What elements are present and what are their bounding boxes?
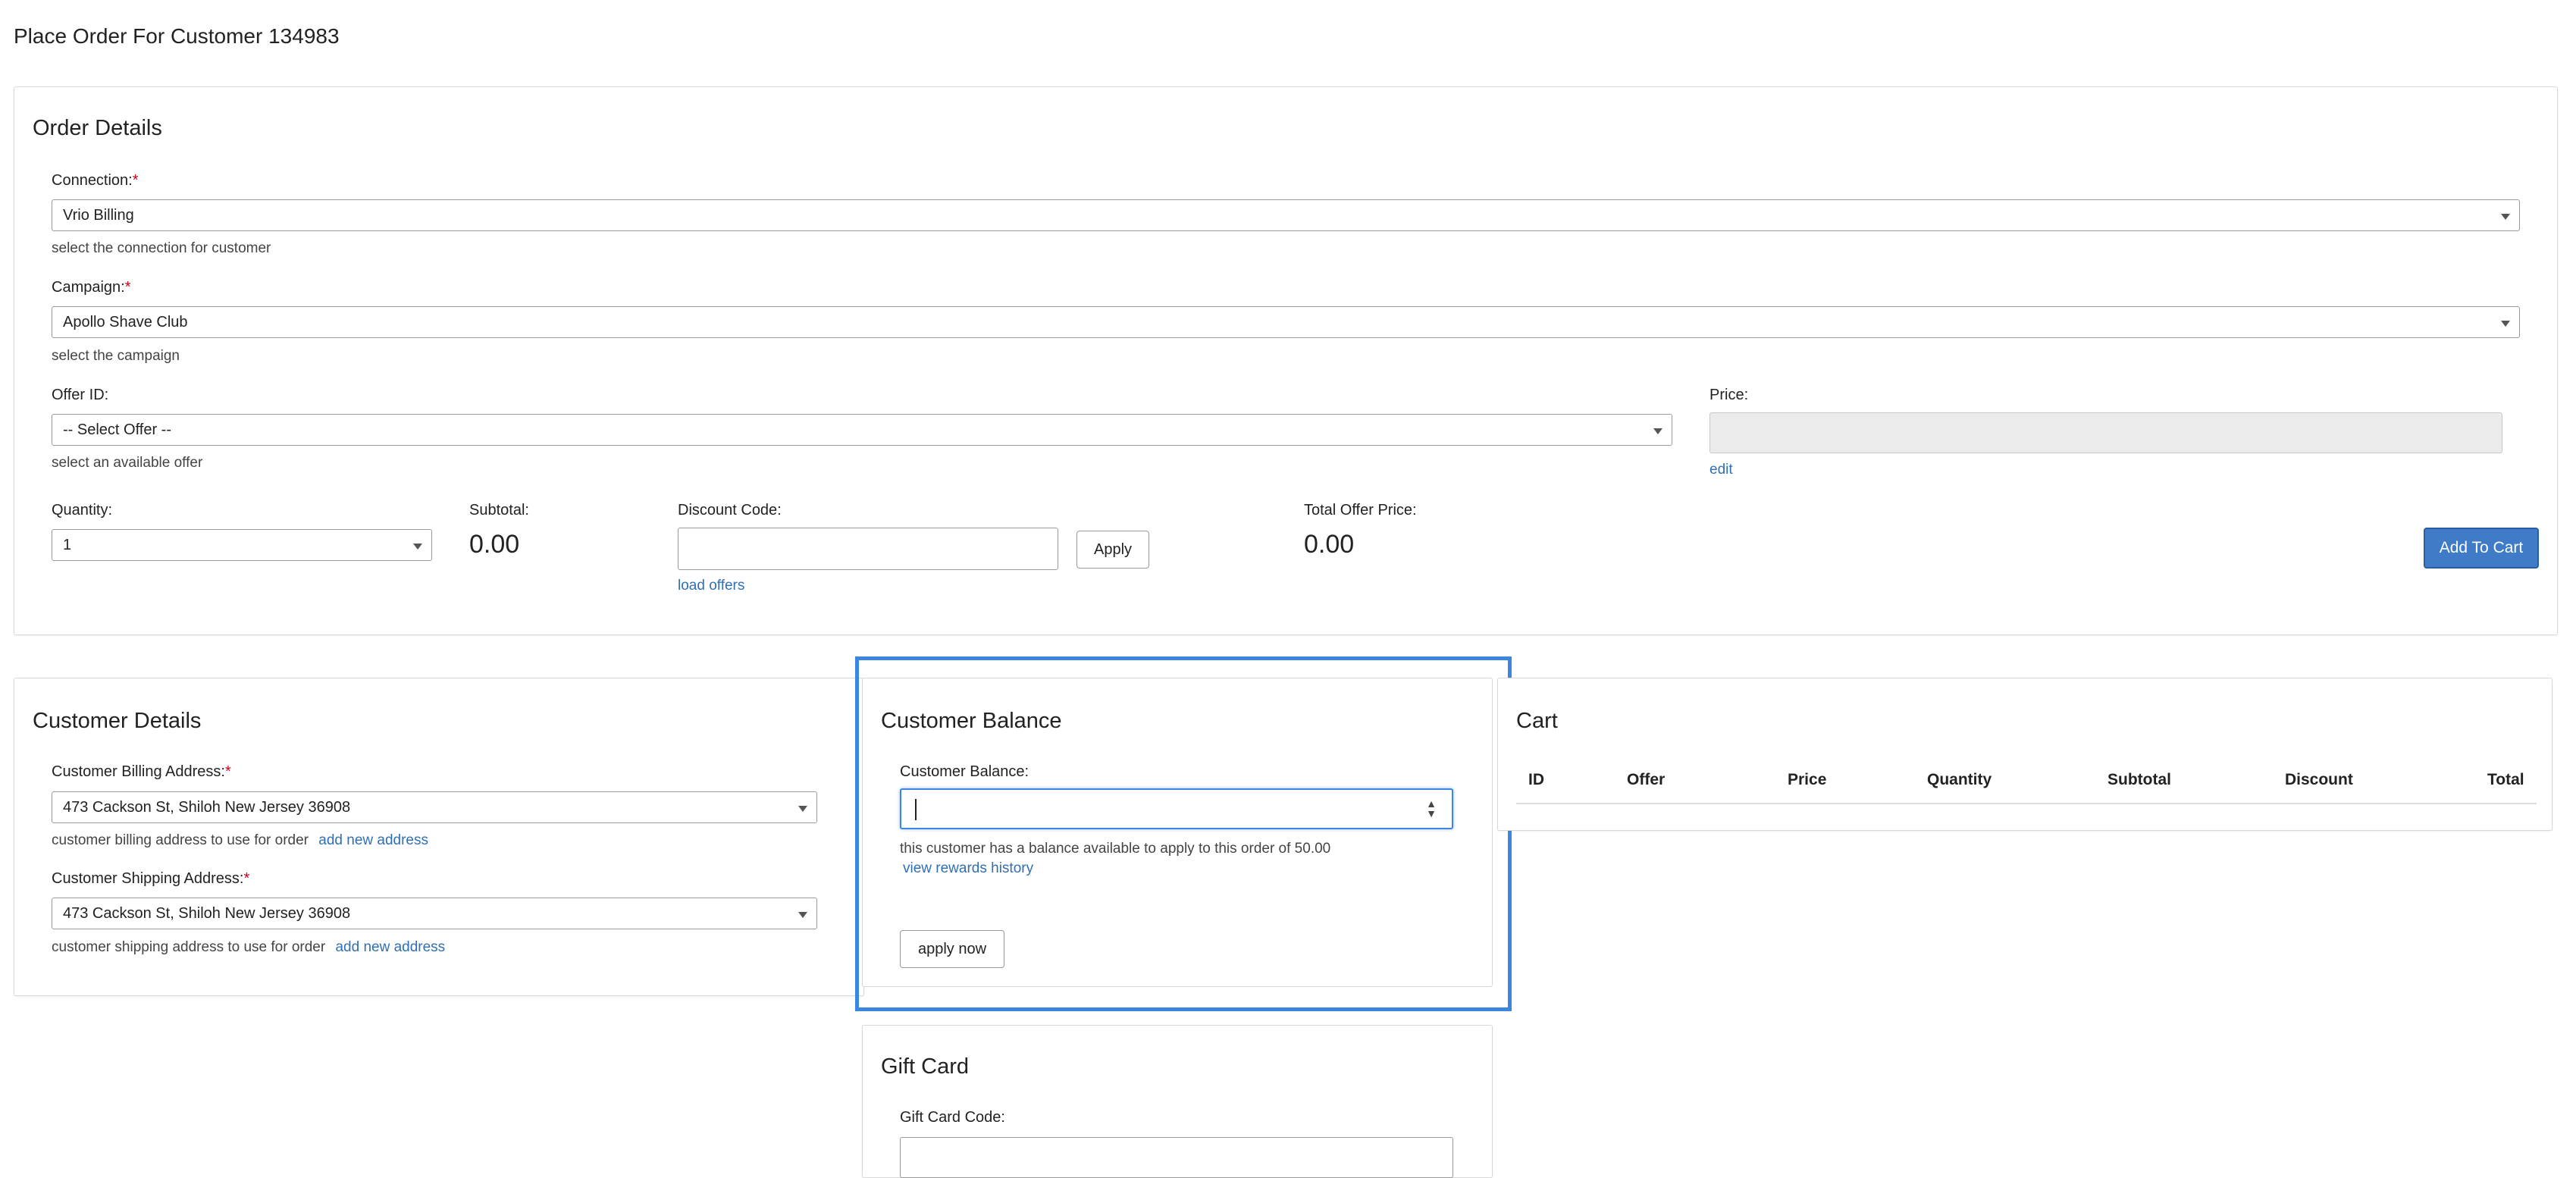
billing-address-value: 473 Cackson St, Shiloh New Jersey 36908 — [63, 799, 351, 816]
cart-column-header: Quantity — [1927, 771, 1992, 788]
campaign-help: select the campaign — [52, 348, 180, 364]
campaign-select[interactable]: Apollo Shave Club — [52, 306, 2520, 338]
quantity-value: 1 — [63, 537, 72, 553]
gift-card-title: Gift Card — [881, 1054, 970, 1079]
discount-apply-button[interactable]: Apply — [1076, 531, 1149, 569]
shipping-add-address-link[interactable]: add new address — [335, 939, 445, 955]
connection-help: select the connection for customer — [52, 240, 271, 256]
cart-column-header: ID — [1528, 771, 1544, 788]
billing-address-label: Customer Billing Address:* — [52, 763, 231, 780]
gift-card-code-input[interactable] — [900, 1137, 1453, 1178]
highlight-frame — [855, 656, 1512, 1011]
total-offer-price-value: 0.00 — [1304, 530, 1355, 559]
campaign-value: Apollo Shave Club — [63, 314, 188, 331]
gift-card-code-label: Gift Card Code: — [900, 1109, 1005, 1126]
customer-details-title: Customer Details — [33, 709, 202, 733]
chevron-down-icon — [2501, 214, 2510, 220]
chevron-down-icon — [1653, 428, 1662, 434]
price-label: Price: — [1709, 387, 1749, 403]
cart-column-header: Price — [1788, 771, 1827, 788]
subtotal-value: 0.00 — [469, 530, 520, 559]
connection-select[interactable]: Vrio Billing — [52, 199, 2520, 231]
chevron-down-icon — [2501, 321, 2510, 327]
offer-id-help: select an available offer — [52, 455, 203, 471]
billing-address-select[interactable]: 473 Cackson St, Shiloh New Jersey 36908 — [52, 791, 817, 823]
cart-column-header: Total — [2487, 771, 2524, 788]
shipping-address-select[interactable]: 473 Cackson St, Shiloh New Jersey 36908 — [52, 898, 817, 929]
quantity-label: Quantity: — [52, 502, 113, 519]
connection-label: Connection:* — [52, 172, 139, 189]
connection-value: Vrio Billing — [63, 207, 134, 224]
shipping-address-help: customer shipping address to use for ord… — [52, 939, 446, 955]
shipping-address-value: 473 Cackson St, Shiloh New Jersey 36908 — [63, 905, 351, 922]
order-details-title: Order Details — [33, 116, 162, 140]
cart-column-header: Subtotal — [2107, 771, 2171, 788]
campaign-label: Campaign:* — [52, 279, 131, 296]
cart-header-divider — [1516, 803, 2537, 804]
cart-title: Cart — [1516, 709, 1558, 733]
discount-code-label: Discount Code: — [678, 502, 782, 519]
shipping-address-label: Customer Shipping Address:* — [52, 870, 250, 887]
cart-panel: Cart ID Offer Price Quantity Subtotal Di… — [1497, 678, 2552, 831]
quantity-select[interactable]: 1 — [52, 529, 432, 561]
billing-add-address-link[interactable]: add new address — [318, 832, 428, 848]
gift-card-panel: Gift Card Gift Card Code: — [862, 1025, 1493, 1178]
chevron-down-icon — [798, 806, 807, 812]
cart-column-header: Offer — [1627, 771, 1666, 788]
chevron-down-icon — [413, 544, 422, 550]
load-offers-link[interactable]: load offers — [678, 578, 744, 594]
offer-id-value: -- Select Offer -- — [63, 421, 171, 438]
order-details-panel: Order Details Connection:* Vrio Billing … — [14, 86, 2558, 635]
page-title: Place Order For Customer 134983 — [14, 24, 340, 48]
offer-id-label: Offer ID: — [52, 387, 109, 403]
price-edit-link[interactable]: edit — [1709, 462, 1733, 478]
subtotal-label: Subtotal: — [469, 502, 529, 519]
discount-code-input[interactable] — [678, 528, 1058, 570]
add-to-cart-button[interactable]: Add To Cart — [2424, 528, 2539, 569]
total-offer-price-label: Total Offer Price: — [1304, 502, 1417, 519]
price-field — [1709, 412, 2502, 453]
offer-id-select[interactable]: -- Select Offer -- — [52, 414, 1672, 446]
cart-column-header: Discount — [2285, 771, 2353, 788]
customer-details-panel: Customer Details Customer Billing Addres… — [14, 678, 864, 996]
billing-address-help: customer billing address to use for orde… — [52, 832, 428, 848]
chevron-down-icon — [798, 912, 807, 918]
